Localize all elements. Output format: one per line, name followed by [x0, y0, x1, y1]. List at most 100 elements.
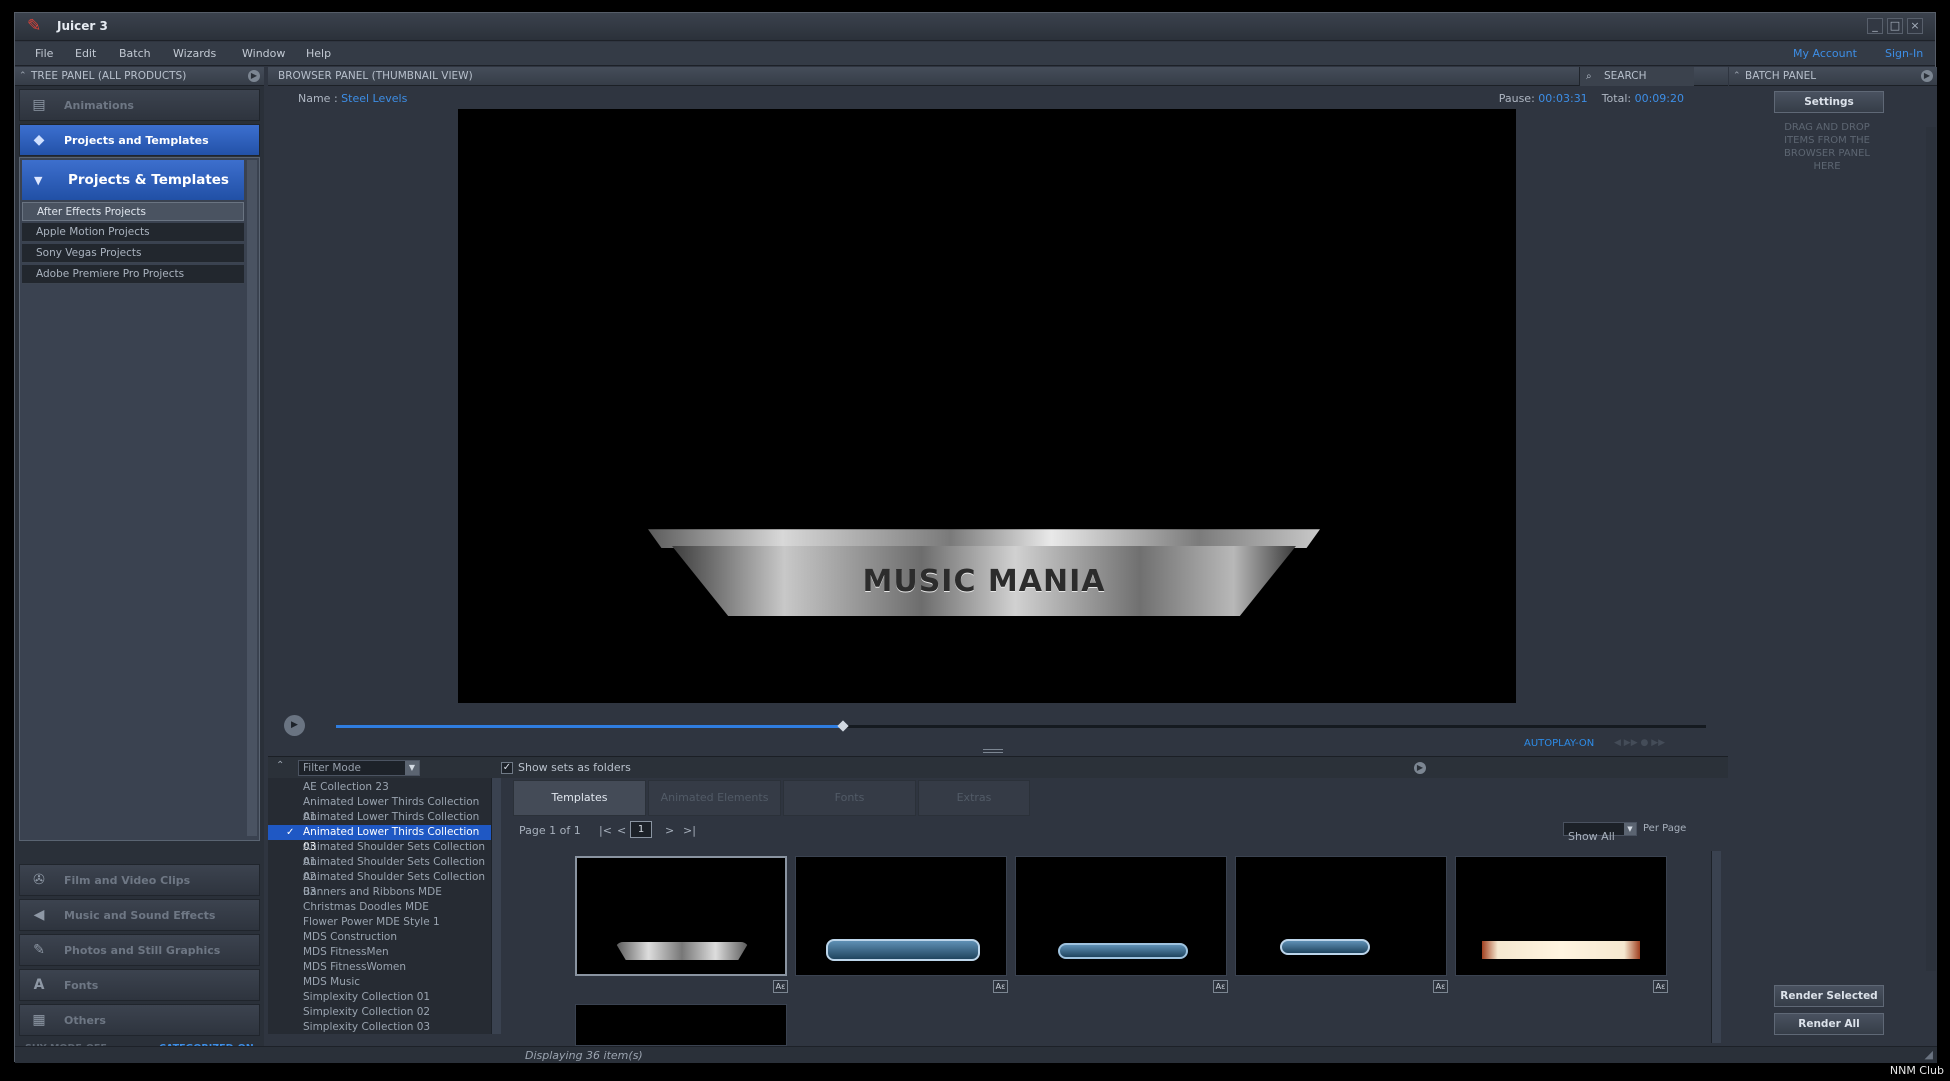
nav-fonts[interactable]: A Fonts: [19, 969, 260, 1001]
set-item[interactable]: Christmas Doodles MDE: [268, 900, 495, 915]
check-icon: ✓: [286, 827, 295, 838]
steel-plate-graphic: MUSIC MANIA: [648, 524, 1320, 620]
set-item-selected[interactable]: ✓ Animated Lower Thirds Collection 03: [268, 825, 495, 853]
nav-music-sound[interactable]: ◀ Music and Sound Effects: [19, 899, 260, 931]
thumb-text-button[interactable]: Aε: [1213, 980, 1228, 993]
nav-projects-templates[interactable]: ◆ Projects and Templates: [19, 124, 260, 156]
playback-track[interactable]: [336, 720, 1706, 732]
menu-edit[interactable]: Edit: [75, 47, 96, 60]
page-number-input[interactable]: 1: [630, 821, 652, 838]
tab-extras[interactable]: Extras: [918, 780, 1030, 816]
set-item[interactable]: Simplexity Collection 03: [268, 1020, 495, 1035]
tree-item-sony-vegas[interactable]: Sony Vegas Projects: [22, 244, 244, 263]
play-button[interactable]: ▶: [284, 715, 305, 736]
minimize-button[interactable]: _: [1867, 18, 1883, 34]
set-list-scrollbar[interactable]: [491, 778, 501, 1034]
nav-animations-label: Animations: [64, 99, 134, 112]
nav-others-label: Others: [64, 1014, 106, 1027]
playback-scrubber[interactable]: [837, 720, 849, 732]
set-item[interactable]: Animated Shoulder Sets Collection 02: [268, 855, 495, 883]
menu-wizards[interactable]: Wizards: [173, 47, 216, 60]
set-item[interactable]: MDS Music: [268, 975, 495, 990]
render-selected-button[interactable]: Render Selected: [1774, 985, 1884, 1007]
tree-item-premiere[interactable]: Adobe Premiere Pro Projects: [22, 265, 244, 284]
set-item[interactable]: Animated Shoulder Sets Collection 03: [268, 870, 495, 898]
nav-projects-label: Projects and Templates: [64, 134, 209, 147]
app-window: ✎ Juicer 3 _ □ × File Edit Batch Wizards…: [14, 12, 1937, 1063]
settings-button[interactable]: Settings: [1774, 91, 1884, 113]
next-page-button[interactable]: >: [665, 824, 674, 837]
resize-grip-icon[interactable]: ◢: [1925, 1048, 1933, 1061]
tree-panel-header: ⌃ TREE PANEL (ALL PRODUCTS) ▶: [15, 67, 264, 86]
close-button[interactable]: ×: [1907, 18, 1923, 34]
set-item[interactable]: MDS FitnessWomen: [268, 960, 495, 975]
nav-photos[interactable]: ✎ Photos and Still Graphics: [19, 934, 260, 966]
tab-templates[interactable]: Templates: [513, 780, 646, 816]
show-sets-checkbox[interactable]: ✓: [501, 762, 513, 774]
thumb-text-button[interactable]: Aε: [993, 980, 1008, 993]
last-page-button[interactable]: >|: [683, 824, 696, 837]
menu-help[interactable]: Help: [306, 47, 331, 60]
menu-batch[interactable]: Batch: [119, 47, 151, 60]
autoplay-toggle[interactable]: AUTOPLAY-ON: [1524, 738, 1594, 749]
total-label: Total:: [1601, 92, 1632, 105]
thumbnail-scrollbar[interactable]: [1711, 851, 1721, 1043]
set-item[interactable]: Simplexity Collection 01: [268, 990, 495, 1005]
thumbnail-steel-levels[interactable]: [575, 856, 787, 976]
filter-arrow-icon[interactable]: ▶: [1414, 762, 1426, 774]
tree-section-header[interactable]: ▼ Projects & Templates: [22, 160, 244, 200]
name-value: Steel Levels: [341, 92, 408, 105]
tree-item-apple-motion[interactable]: Apple Motion Projects: [22, 223, 244, 242]
my-account-link[interactable]: My Account: [1793, 47, 1857, 60]
nav-others[interactable]: ▦ Others: [19, 1004, 260, 1036]
panel-arrow-icon[interactable]: ▶: [248, 70, 260, 82]
panel-splitter[interactable]: [983, 749, 1003, 753]
thumbnail-item[interactable]: [1455, 856, 1667, 976]
set-item[interactable]: Simplexity Collection 02: [268, 1005, 495, 1020]
set-item[interactable]: MDS FitnessMen: [268, 945, 495, 960]
thumb-text-button[interactable]: Aε: [773, 980, 788, 993]
collapse-up-icon[interactable]: ⌃: [19, 67, 27, 86]
thumbnail-item[interactable]: [1015, 856, 1227, 976]
page-text: Page 1 of 1: [519, 824, 581, 837]
collapse-double-up-icon[interactable]: ⌃: [276, 760, 284, 771]
pager: Page 1 of 1 |< < 1 > >| Show All ▼ Per P…: [513, 816, 1721, 843]
per-page-select[interactable]: Show All ▼: [1563, 822, 1637, 843]
set-item[interactable]: AE Collection 23: [268, 780, 495, 795]
menu-window[interactable]: Window: [242, 47, 285, 60]
batch-scrollbar[interactable]: [1926, 127, 1936, 971]
set-item[interactable]: Banners and Ribbons MDE: [268, 885, 495, 900]
render-all-button[interactable]: Render All: [1774, 1013, 1884, 1035]
set-item[interactable]: Flower Power MDE Style 1: [268, 915, 495, 930]
tree-section-title: Projects & Templates: [68, 172, 229, 188]
thumb-text-button[interactable]: Aε: [1433, 980, 1448, 993]
tab-fonts[interactable]: Fonts: [783, 780, 916, 816]
browser-panel-header: BROWSER PANEL (THUMBNAIL VIEW) ⌕ SEARCH: [268, 67, 1728, 86]
sign-in-link[interactable]: Sign-In: [1885, 47, 1923, 60]
prev-page-button[interactable]: <: [617, 824, 626, 837]
thumb-text-button[interactable]: Aε: [1653, 980, 1668, 993]
thumbnail-item[interactable]: [1235, 856, 1447, 976]
set-item[interactable]: Animated Shoulder Sets Collection 01: [268, 840, 495, 868]
thumbnail-item[interactable]: [575, 1004, 787, 1046]
maximize-button[interactable]: □: [1887, 18, 1903, 34]
set-item[interactable]: MDS Construction: [268, 930, 495, 945]
set-item[interactable]: Animated Lower Thirds Collection 02: [268, 810, 495, 838]
thumbnail-item[interactable]: [795, 856, 1007, 976]
collapse-up-icon[interactable]: ⌃: [1733, 67, 1741, 86]
nav-animations[interactable]: ▤ Animations: [19, 89, 260, 121]
filter-mode-select[interactable]: Filter Mode ▼: [298, 760, 420, 776]
video-preview[interactable]: MUSIC MANIA: [458, 109, 1516, 703]
set-item[interactable]: Animated Lower Thirds Collection 01: [268, 795, 495, 823]
nav-film-video[interactable]: ✇ Film and Video Clips: [19, 864, 260, 896]
tree-item-after-effects[interactable]: After Effects Projects: [22, 202, 244, 221]
show-sets-label: Show sets as folders: [518, 761, 631, 774]
tree-scrollbar[interactable]: [247, 160, 257, 836]
search-box[interactable]: ⌕ SEARCH: [1579, 67, 1694, 86]
menu-file[interactable]: File: [35, 47, 53, 60]
tab-animated-elements[interactable]: Animated Elements: [648, 780, 781, 816]
panel-arrow-icon[interactable]: ▶: [1921, 70, 1933, 82]
playback-extras: ◀ ▶▶ ● ▶▶: [1614, 738, 1666, 748]
name-line: Name : Steel Levels: [298, 92, 407, 105]
first-page-button[interactable]: |<: [599, 824, 612, 837]
